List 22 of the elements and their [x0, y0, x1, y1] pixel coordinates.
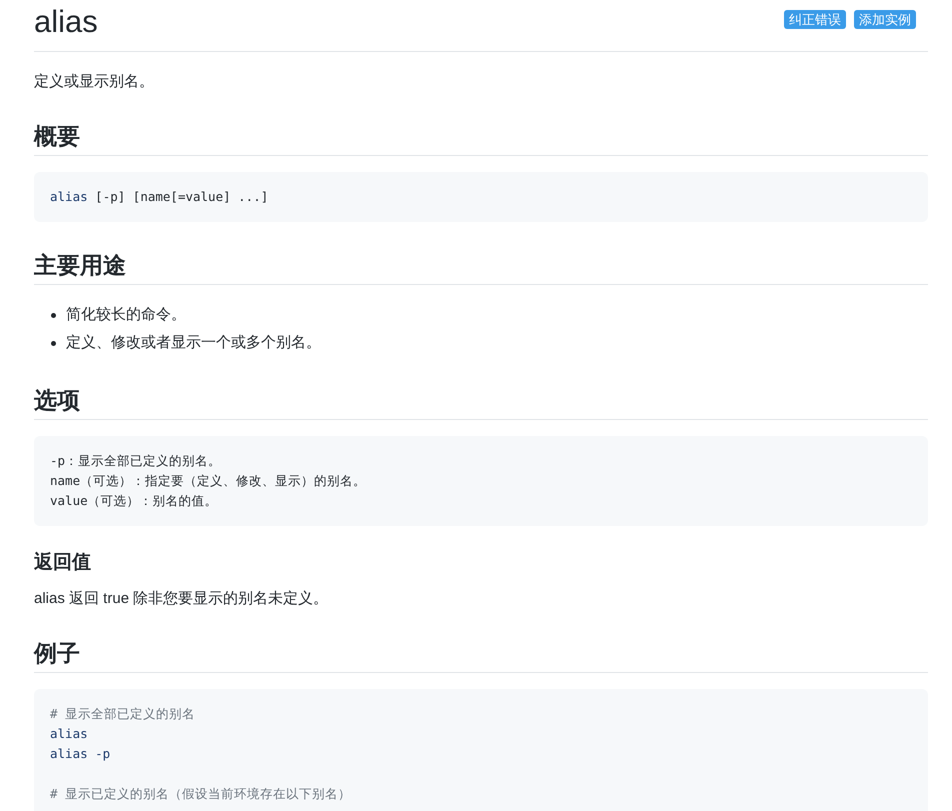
action-button[interactable]: 添加实例: [854, 10, 916, 29]
section-heading: 例子: [34, 638, 928, 673]
code-line: alias [-p] [name[=value] ...]: [50, 188, 268, 206]
description: 定义或显示别名。: [34, 72, 155, 92]
list-item: 定义、修改或者显示一个或多个别名。: [66, 333, 321, 353]
code-line: name（可选）：指定要（定义、修改、显示）的别名。: [50, 472, 366, 490]
code-line: value（可选）：别名的值。: [50, 492, 218, 510]
code-line: alias: [50, 725, 88, 743]
code-line: alias -p: [50, 745, 110, 763]
action-button[interactable]: 纠正错误: [784, 10, 846, 29]
code-line: # 显示已定义的别名（假设当前环境存在以下别名）: [50, 785, 352, 803]
code-line: -p：显示全部已定义的别名。: [50, 452, 222, 470]
section-heading: 选项: [34, 385, 928, 420]
page-title: alias: [34, 3, 98, 41]
section-heading: 返回值: [34, 550, 92, 575]
section-heading: 主要用途: [34, 250, 928, 285]
bullet-icon: [51, 312, 56, 318]
paragraph: alias 返回 true 除非您要显示的别名未定义。: [34, 589, 330, 609]
list-item: 简化较长的命令。: [66, 305, 186, 325]
code-line: # 显示全部已定义的别名: [50, 705, 196, 723]
bullet-icon: [51, 340, 56, 346]
section-heading: 概要: [34, 121, 928, 156]
